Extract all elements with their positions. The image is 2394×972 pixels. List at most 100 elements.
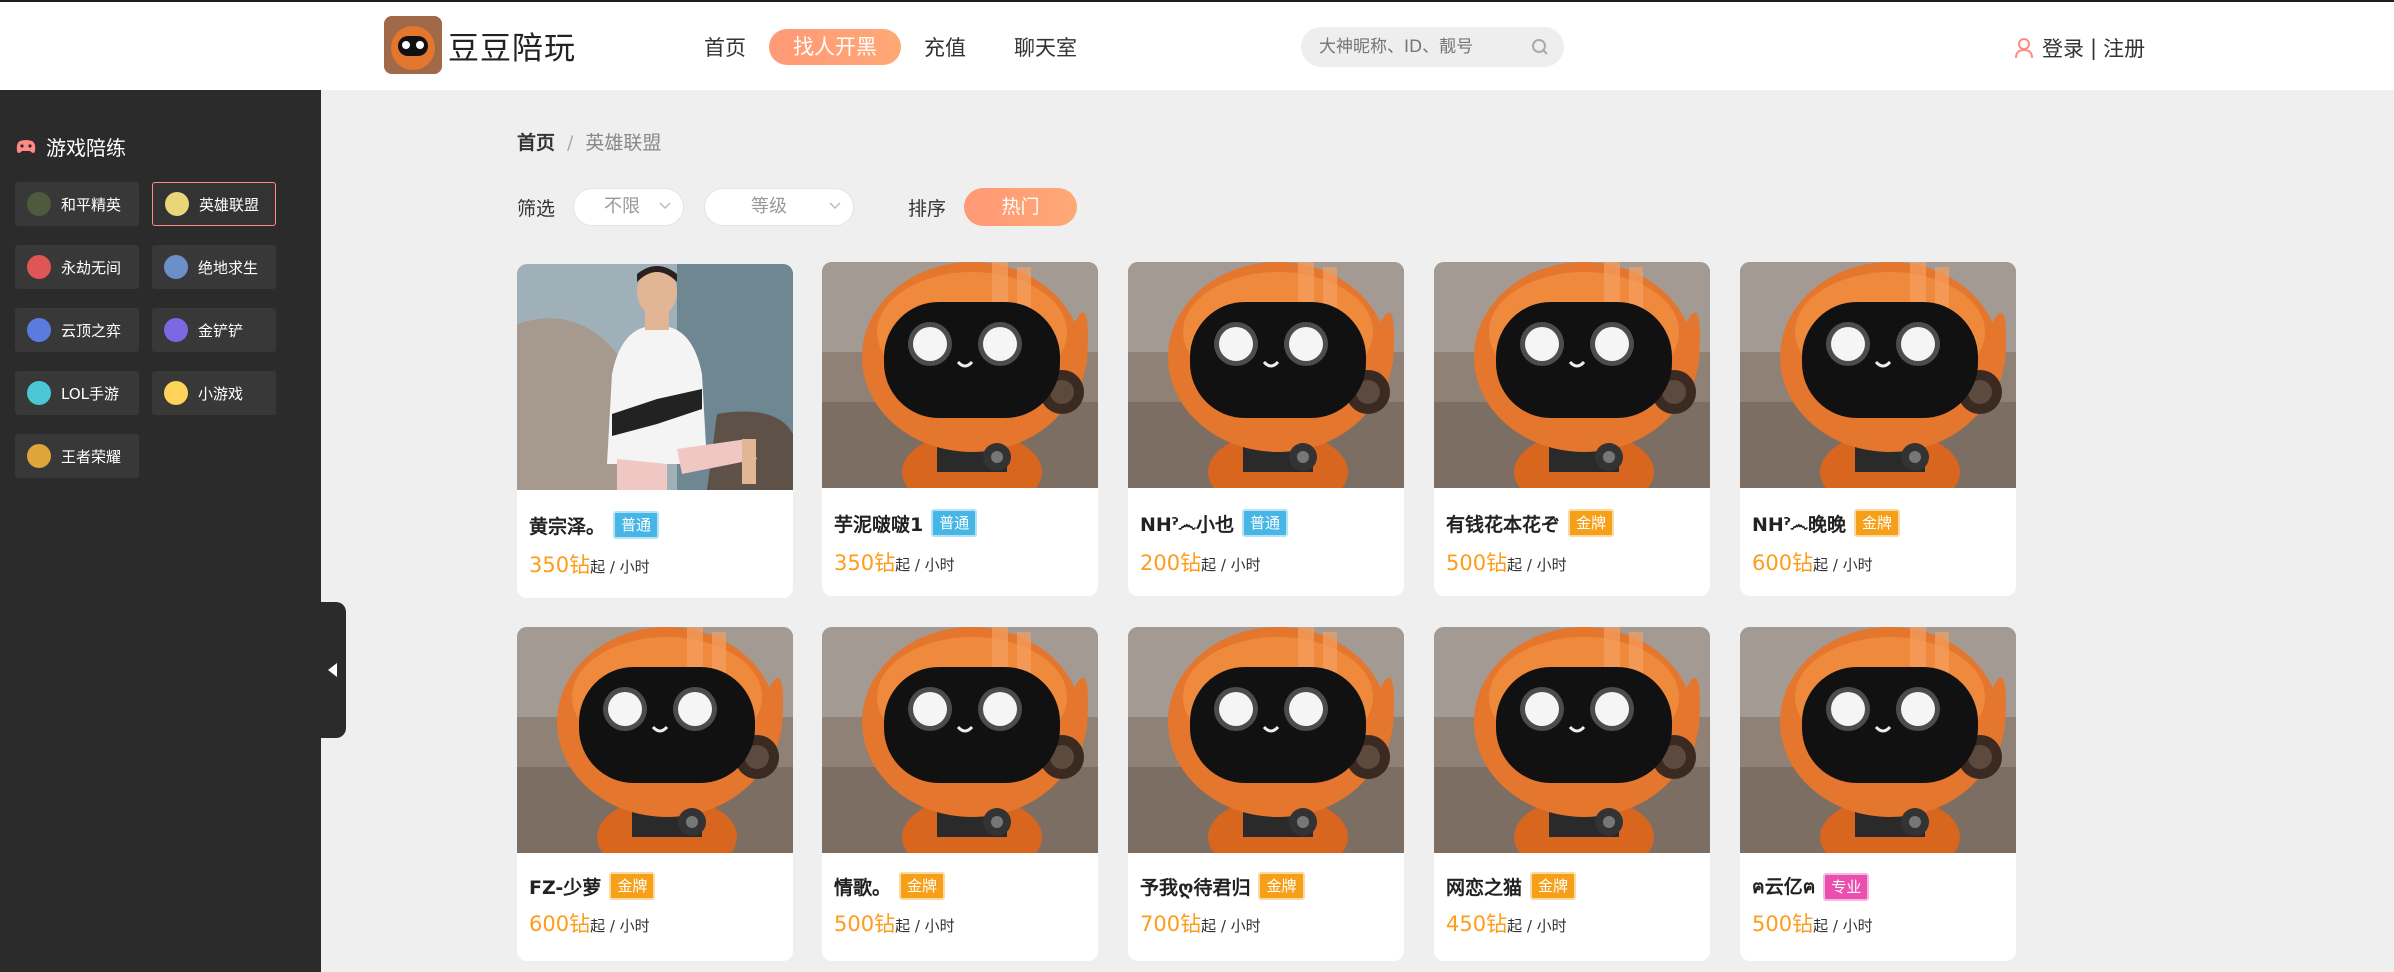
price-suffix: 起 / 小时 bbox=[590, 558, 650, 576]
search-input[interactable] bbox=[1319, 37, 1519, 57]
caret-left-icon bbox=[328, 663, 337, 677]
sidebar-item-tft[interactable]: 云顶之弈 bbox=[15, 308, 139, 352]
price-value: 500 bbox=[834, 912, 875, 936]
filter-select-any[interactable]: 不限 bbox=[573, 188, 684, 226]
price-suffix: 起 / 小时 bbox=[895, 917, 955, 935]
player-price: 200钻起 / 小时 bbox=[1140, 547, 1261, 577]
level-badge: 专业 bbox=[1823, 873, 1870, 901]
price-unit: 钻 bbox=[1486, 912, 1508, 936]
nav-chatroom[interactable]: 聊天室 bbox=[1014, 30, 1077, 66]
price-value: 700 bbox=[1140, 912, 1181, 936]
pubg-mobile-icon bbox=[27, 192, 51, 216]
player-photo bbox=[1128, 627, 1404, 853]
pubg-icon bbox=[164, 255, 188, 279]
search-icon[interactable] bbox=[1530, 37, 1550, 57]
player-photo bbox=[822, 262, 1098, 488]
player-name: 芋泥啵啵1 bbox=[834, 513, 924, 536]
player-card[interactable]: 芋泥啵啵1 普通 350钻起 / 小时 bbox=[822, 262, 1098, 596]
player-card[interactable]: 网恋之猫 金牌 450钻起 / 小时 bbox=[1434, 627, 1710, 961]
price-unit: 钻 bbox=[569, 553, 591, 577]
level-badge: 普通 bbox=[613, 511, 660, 539]
price-suffix: 起 / 小时 bbox=[1507, 556, 1567, 574]
player-name-row: 黄宗泽。 普通 bbox=[529, 511, 660, 539]
nav-home[interactable]: 首页 bbox=[704, 30, 746, 66]
breadcrumb-current: 英雄联盟 bbox=[585, 132, 662, 154]
sidebar-item-league-of-legends[interactable]: 英雄联盟 bbox=[152, 182, 276, 226]
player-card[interactable]: ฅ云亿ฅ 专业 500钻起 / 小时 bbox=[1740, 627, 2016, 961]
player-name: 予我ღ待君归 bbox=[1140, 876, 1251, 899]
player-card[interactable]: 黄宗泽。 普通 350钻起 / 小时 bbox=[517, 264, 793, 598]
login-link[interactable]: 登录 bbox=[2042, 33, 2084, 63]
player-card[interactable]: 予我ღ待君归 金牌 700钻起 / 小时 bbox=[1128, 627, 1404, 961]
price-value: 200 bbox=[1140, 551, 1181, 575]
filter-select-level[interactable]: 等级 bbox=[704, 188, 854, 226]
player-name: FZ-少萝 bbox=[529, 876, 602, 899]
register-link[interactable]: 注册 bbox=[2103, 33, 2145, 63]
sidebar-item-mini-game[interactable]: 小游戏 bbox=[152, 371, 276, 415]
level-badge: 金牌 bbox=[1568, 509, 1615, 537]
filter-label: 筛选 bbox=[517, 198, 556, 220]
player-price: 700钻起 / 小时 bbox=[1140, 908, 1261, 938]
player-name: 有钱花本花ぞ bbox=[1446, 513, 1561, 536]
player-photo bbox=[517, 627, 793, 853]
player-card[interactable]: 有钱花本花ぞ 金牌 500钻起 / 小时 bbox=[1434, 262, 1710, 596]
chevron-down-icon bbox=[659, 202, 671, 210]
search-box bbox=[1301, 27, 1564, 67]
player-card[interactable]: 情歌。 金牌 500钻起 / 小时 bbox=[822, 627, 1098, 961]
breadcrumb-separator: / bbox=[567, 132, 574, 154]
price-unit: 钻 bbox=[569, 912, 591, 936]
nav-recharge[interactable]: 充值 bbox=[924, 30, 966, 66]
level-badge: 金牌 bbox=[609, 872, 656, 900]
sidebar-item-label: 永劫无间 bbox=[61, 258, 122, 277]
player-price: 600钻起 / 小时 bbox=[1752, 547, 1873, 577]
price-suffix: 起 / 小时 bbox=[895, 556, 955, 574]
auth-separator: | bbox=[2090, 36, 2098, 60]
price-suffix: 起 / 小时 bbox=[590, 917, 650, 935]
sidebar-item-label: 王者荣耀 bbox=[61, 447, 122, 466]
level-badge: 金牌 bbox=[1530, 872, 1577, 900]
player-name: 情歌。 bbox=[834, 876, 892, 899]
sidebar-collapse-button[interactable] bbox=[321, 602, 346, 738]
sidebar-item-honor-of-kings[interactable]: 王者荣耀 bbox=[15, 434, 139, 478]
auth-links: 登录 | 注册 bbox=[2014, 33, 2145, 63]
sidebar-item-pubg[interactable]: 绝地求生 bbox=[152, 245, 276, 289]
sidebar-item-wild-rift[interactable]: LOL手游 bbox=[15, 371, 139, 415]
chevron-down-icon bbox=[829, 202, 841, 210]
player-name: NHˀ෴晚晚 bbox=[1752, 513, 1847, 536]
wild-rift-icon bbox=[27, 381, 51, 405]
player-name-row: 有钱花本花ぞ 金牌 bbox=[1446, 509, 1615, 537]
level-badge: 金牌 bbox=[1854, 509, 1901, 537]
game-sidebar: 游戏陪练 和平精英 英雄联盟 永劫无间 绝地求生 云顶之弈 金铲铲 LOL手游 … bbox=[0, 90, 321, 972]
breadcrumb-home[interactable]: 首页 bbox=[517, 132, 555, 154]
player-card[interactable]: FZ-少萝 金牌 600钻起 / 小时 bbox=[517, 627, 793, 961]
player-price: 500钻起 / 小时 bbox=[834, 908, 955, 938]
sidebar-item-label: 绝地求生 bbox=[198, 258, 259, 277]
sort-hot-button[interactable]: 热门 bbox=[964, 188, 1077, 226]
level-badge: 金牌 bbox=[899, 872, 946, 900]
player-card[interactable]: NHˀ෴晚晚 金牌 600钻起 / 小时 bbox=[1740, 262, 2016, 596]
sidebar-item-golden-spatula[interactable]: 金铲铲 bbox=[152, 308, 276, 352]
sidebar-item-naraka[interactable]: 永劫无间 bbox=[15, 245, 139, 289]
player-price: 350钻起 / 小时 bbox=[834, 547, 955, 577]
player-price: 500钻起 / 小时 bbox=[1446, 547, 1567, 577]
site-logo[interactable]: 豆豆陪玩 bbox=[384, 16, 576, 74]
price-suffix: 起 / 小时 bbox=[1813, 556, 1873, 574]
level-badge: 普通 bbox=[1242, 509, 1289, 537]
price-value: 500 bbox=[1752, 912, 1793, 936]
level-badge: 普通 bbox=[931, 509, 978, 537]
sidebar-item-pubg-mobile[interactable]: 和平精英 bbox=[15, 182, 139, 226]
price-value: 350 bbox=[529, 553, 570, 577]
player-name-row: 芋泥啵啵1 普通 bbox=[834, 509, 978, 537]
top-header: 豆豆陪玩 首页 找人开黑 充值 聊天室 登录 | 注册 bbox=[0, 0, 2394, 90]
sort-label: 排序 bbox=[908, 198, 947, 220]
player-card[interactable]: NHˀ෴小也 普通 200钻起 / 小时 bbox=[1128, 262, 1404, 596]
player-name: NHˀ෴小也 bbox=[1140, 513, 1235, 536]
player-name: ฅ云亿ฅ bbox=[1752, 876, 1816, 898]
player-price: 450钻起 / 小时 bbox=[1446, 908, 1567, 938]
logo-robot-icon bbox=[384, 16, 442, 74]
nav-find-partner[interactable]: 找人开黑 bbox=[769, 29, 901, 65]
filter-select-value: 不限 bbox=[604, 196, 640, 217]
player-name-row: 情歌。 金牌 bbox=[834, 872, 946, 900]
price-unit: 钻 bbox=[1180, 912, 1202, 936]
filter-select-value: 等级 bbox=[751, 196, 787, 217]
